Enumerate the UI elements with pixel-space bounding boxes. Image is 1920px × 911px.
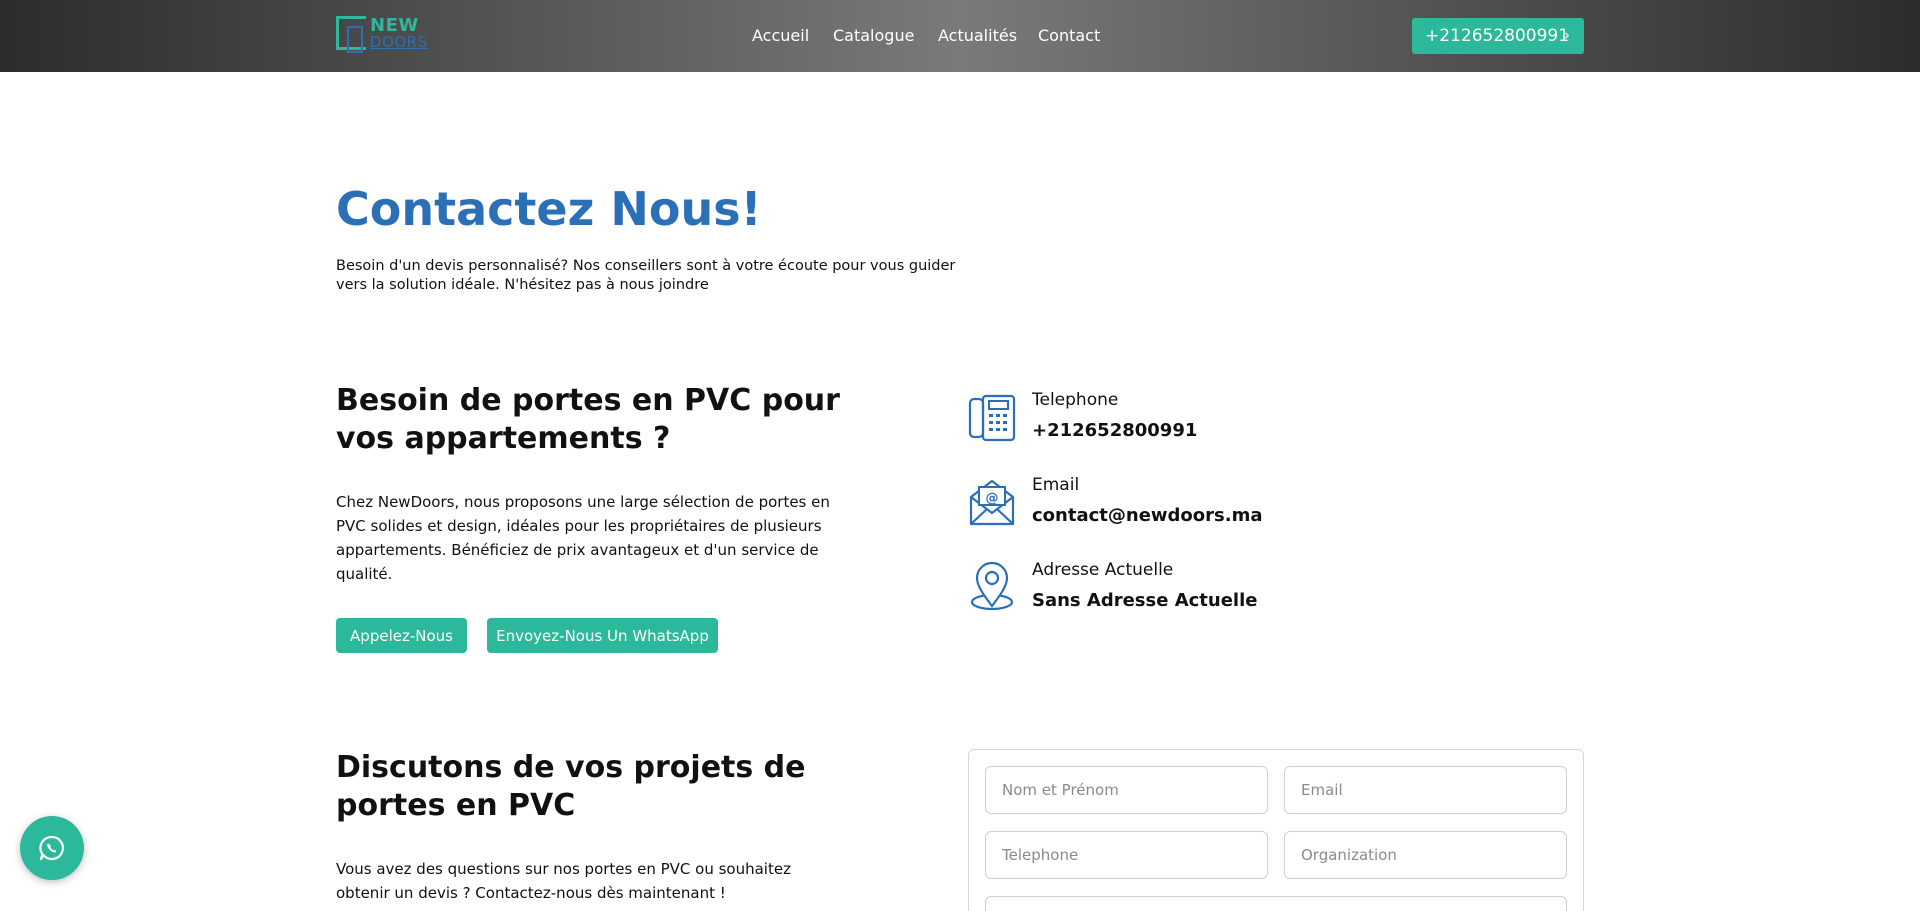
nav-link-contact[interactable]: Contact — [1038, 26, 1100, 45]
phone-label: Telephone — [1032, 390, 1119, 410]
svg-text:@: @ — [986, 491, 999, 506]
contact-form — [968, 749, 1584, 911]
page-intro: Besoin d'un devis personnalisé? Nos cons… — [336, 258, 956, 293]
email-field[interactable] — [1284, 766, 1567, 814]
nav-link-catalogue[interactable]: Catalogue — [833, 26, 914, 45]
chevron-right-icon: › — [1564, 26, 1570, 44]
phone-value[interactable]: +212652800991 — [1032, 420, 1197, 441]
site-header: NEW DOORS Accueil Catalogue Actualités C… — [0, 0, 1920, 72]
email-value[interactable]: contact@newdoors.ma — [1032, 505, 1262, 526]
call-us-button[interactable]: Appelez-Nous — [336, 618, 467, 653]
organization-field[interactable] — [1284, 831, 1567, 879]
phone-icon — [968, 394, 1016, 442]
whatsapp-icon — [39, 835, 64, 861]
location-pin-icon — [970, 561, 1014, 611]
nav-link-actualites[interactable]: Actualités — [938, 26, 1017, 45]
pvc-section-description: Chez NewDoors, nous proposons une large … — [336, 493, 830, 583]
whatsapp-float-button[interactable] — [20, 816, 84, 880]
whatsapp-button[interactable]: Envoyez-Nous Un WhatsApp — [487, 618, 718, 653]
main-nav: Accueil Catalogue Actualités Contact — [0, 0, 1920, 72]
email-label: Email — [1032, 475, 1080, 495]
address-value: Sans Adresse Actuelle — [1032, 590, 1258, 611]
phone-field[interactable] — [985, 831, 1268, 879]
address-label: Adresse Actuelle — [1032, 560, 1174, 580]
projects-section-description: Vous avez des questions sur nos portes e… — [336, 860, 791, 902]
projects-section-title: Discutons de vos projets de portes en PV… — [336, 750, 806, 823]
message-field[interactable] — [985, 896, 1567, 911]
header-phone-button[interactable]: +212652800991 › — [1412, 18, 1584, 54]
page-title: Contactez Nous! — [336, 182, 762, 236]
email-icon: @ — [969, 479, 1015, 526]
pvc-section-title: Besoin de portes en PVC pour vos apparte… — [336, 383, 840, 456]
nav-link-accueil[interactable]: Accueil — [752, 26, 809, 45]
header-phone-label: +212652800991 — [1425, 26, 1570, 46]
name-field[interactable] — [985, 766, 1268, 814]
